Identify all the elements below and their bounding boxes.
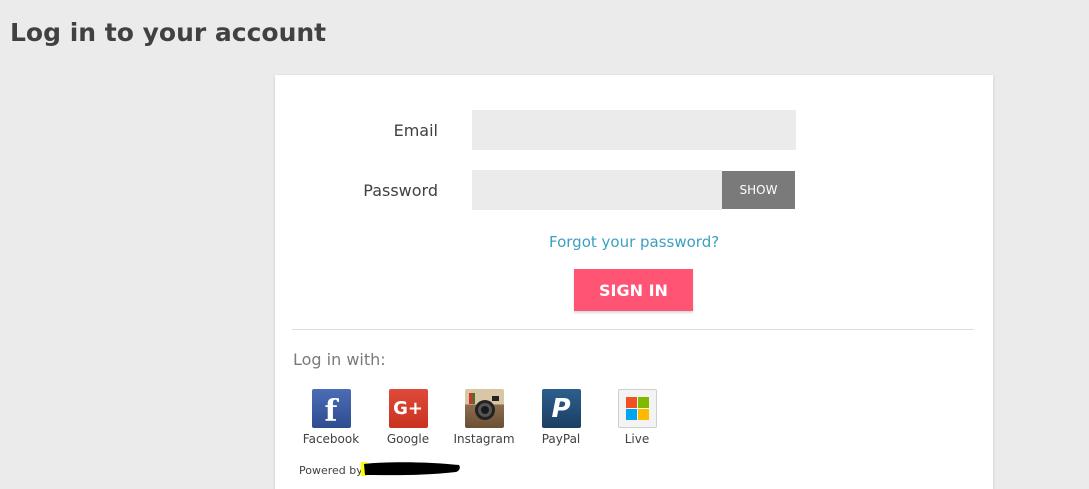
- social-login-facebook[interactable]: f Facebook: [293, 389, 369, 446]
- forgot-password-container: Forgot your password?: [549, 232, 719, 251]
- email-row: Email: [275, 110, 993, 150]
- instagram-icon: [464, 389, 504, 428]
- social-label: Live: [624, 432, 650, 446]
- password-field[interactable]: [472, 170, 722, 210]
- login-with-heading: Log in with:: [293, 350, 386, 369]
- facebook-icon: f: [311, 389, 351, 428]
- social-label: Google: [386, 432, 430, 446]
- social-login-google[interactable]: G+ Google: [370, 389, 446, 446]
- password-row: Password SHOW: [275, 170, 993, 210]
- social-label: Facebook: [302, 432, 360, 446]
- windows-live-icon: [617, 389, 657, 428]
- divider: [292, 329, 974, 330]
- social-login-paypal[interactable]: P PayPal: [523, 389, 599, 446]
- social-login-live[interactable]: Live: [599, 389, 675, 446]
- powered-by-text: Powered by: [299, 464, 363, 477]
- google-plus-icon: G+: [388, 389, 428, 428]
- password-label: Password: [363, 181, 438, 200]
- email-field[interactable]: [472, 110, 796, 150]
- login-card: Email Password SHOW Forgot your password…: [275, 75, 993, 489]
- social-label: Instagram: [453, 432, 515, 446]
- page-title: Log in to your account: [10, 18, 327, 47]
- sign-in-button[interactable]: SIGN IN: [574, 269, 693, 311]
- redacted-brand-mark: [361, 462, 460, 476]
- show-password-button[interactable]: SHOW: [722, 171, 795, 209]
- social-login-instagram[interactable]: Instagram: [446, 389, 522, 446]
- social-label: PayPal: [541, 432, 581, 446]
- email-label: Email: [393, 121, 438, 140]
- forgot-password-link[interactable]: Forgot your password?: [549, 233, 719, 251]
- paypal-icon: P: [541, 389, 581, 428]
